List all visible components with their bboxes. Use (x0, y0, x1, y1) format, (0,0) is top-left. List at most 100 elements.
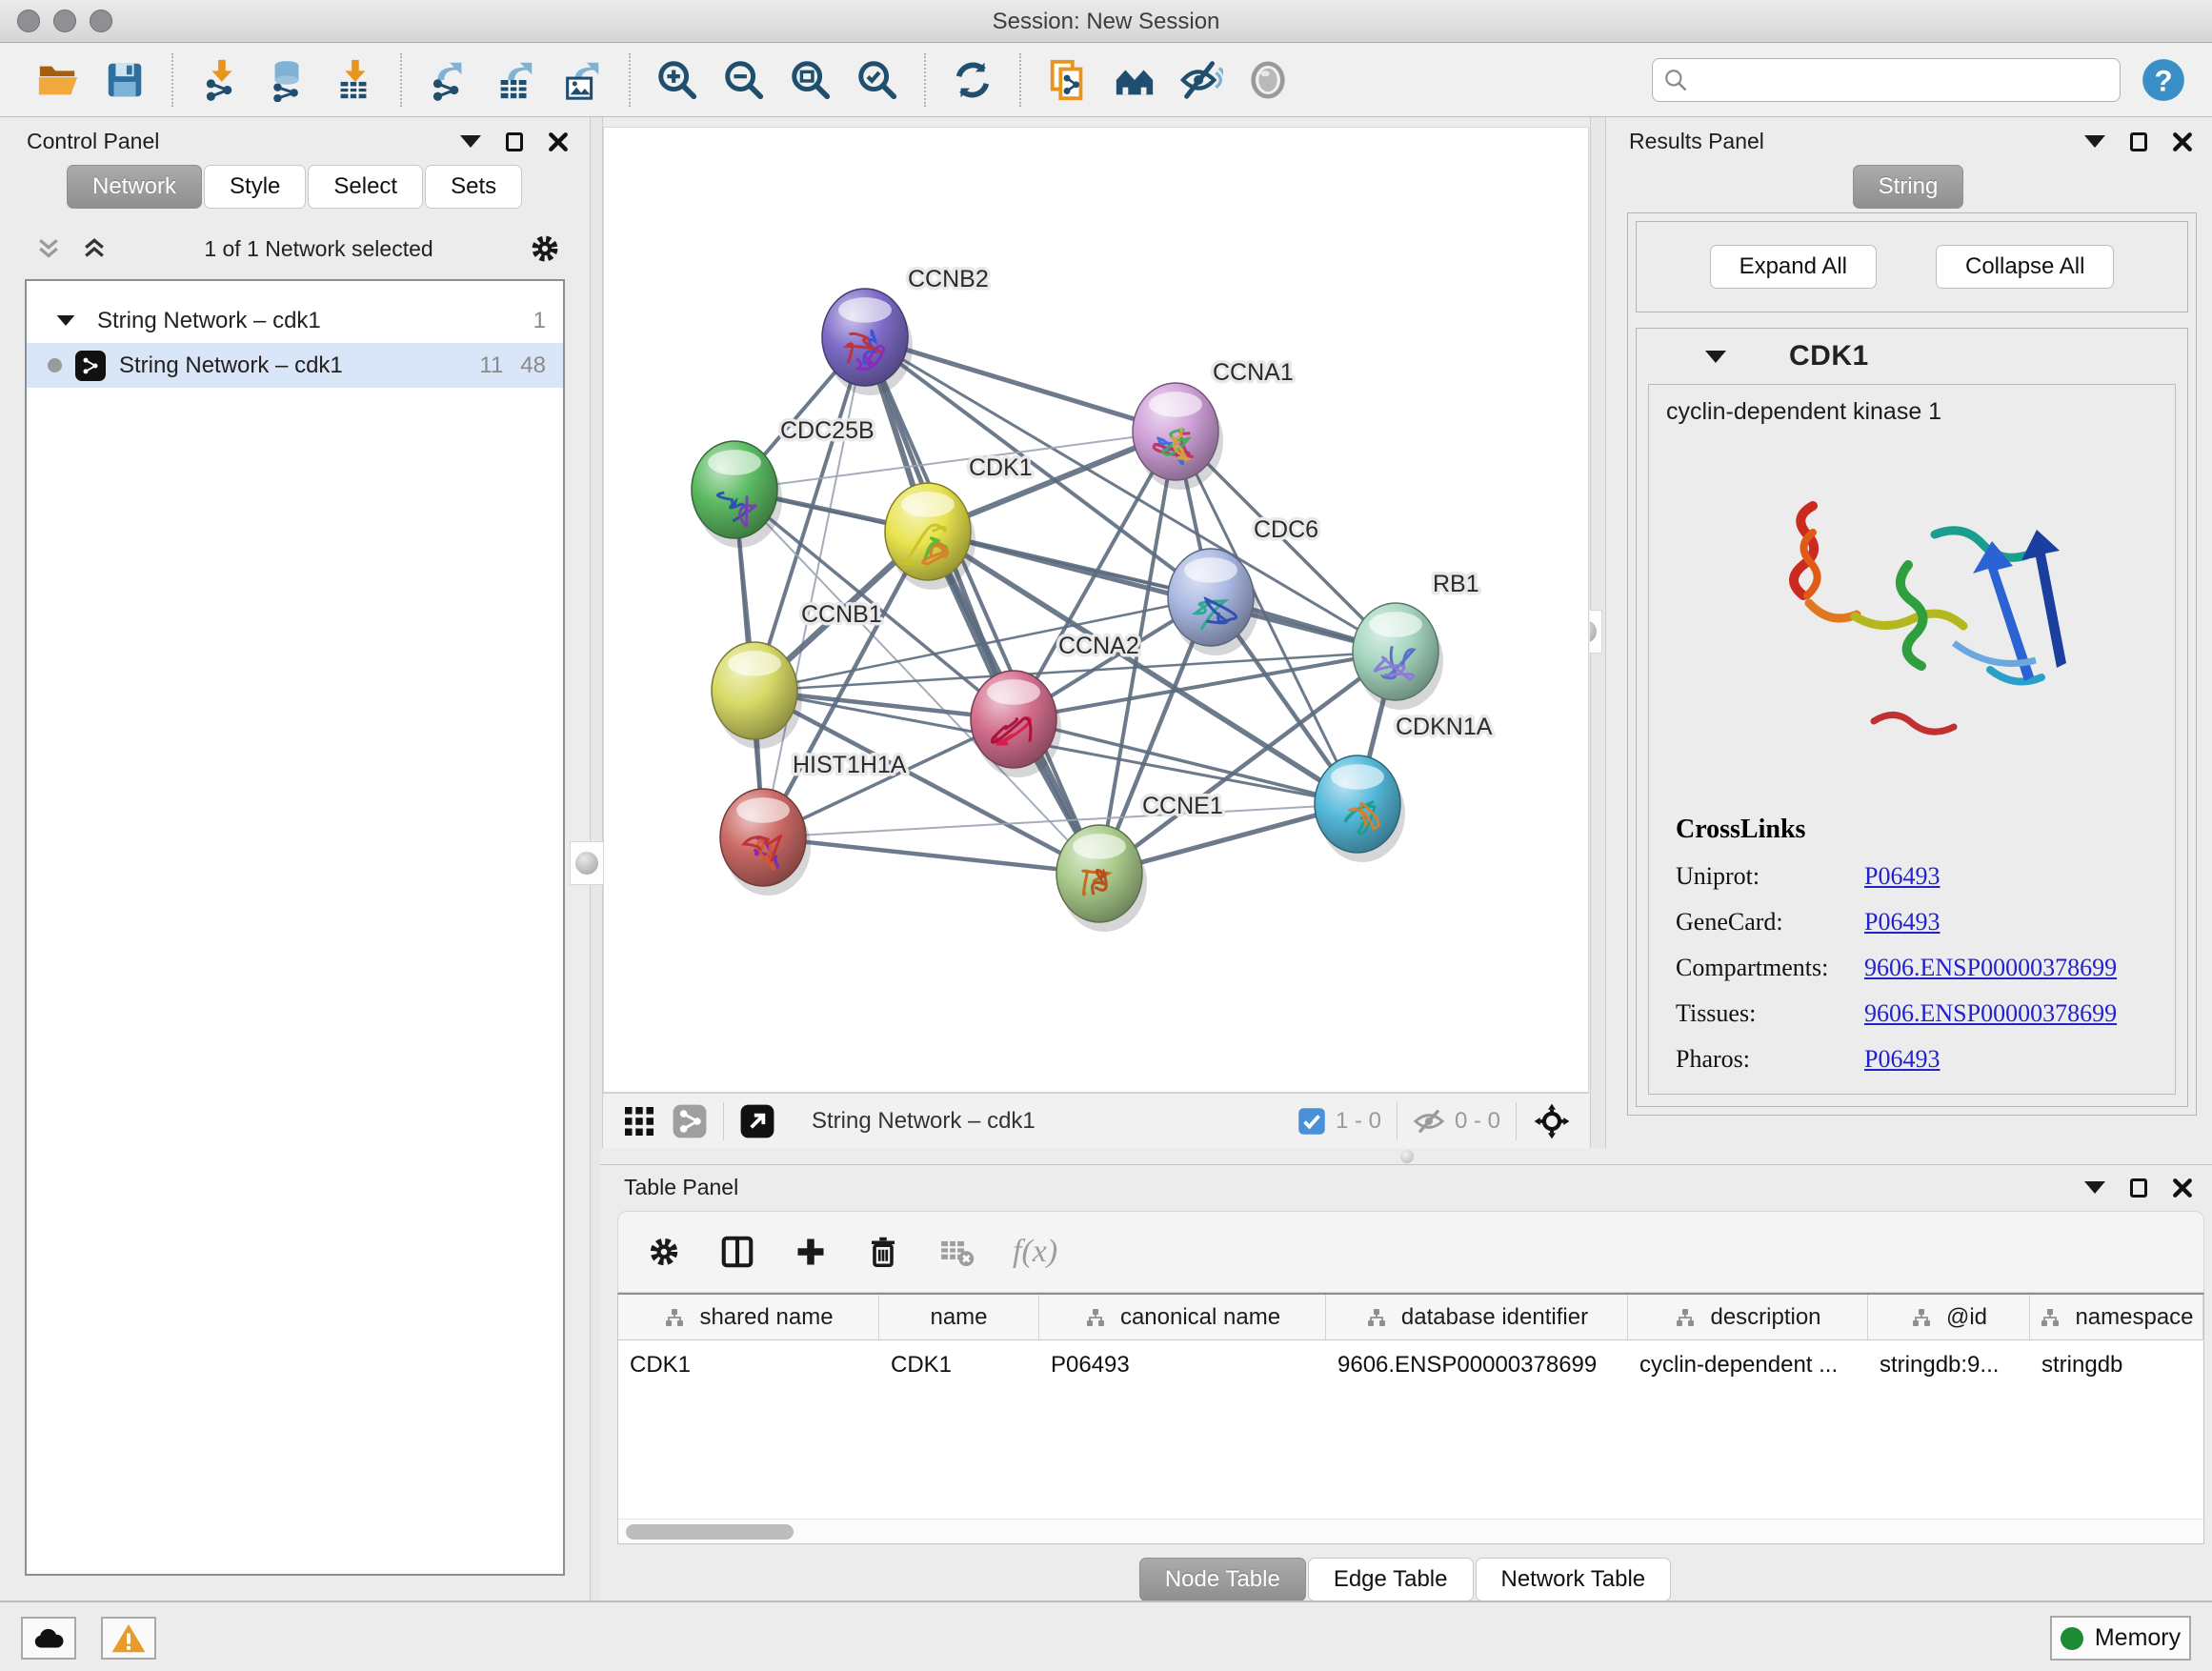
edge[interactable] (865, 337, 1099, 874)
export-table-button[interactable] (489, 53, 542, 107)
close-panel-icon[interactable] (548, 131, 569, 152)
float-panel-icon[interactable] (2130, 1178, 2147, 1198)
tab-select[interactable]: Select (308, 165, 423, 209)
scrollbar-thumb[interactable] (626, 1524, 794, 1540)
table-row[interactable]: CDK1CDK1P064939606.ENSP00000378699cyclin… (618, 1340, 2203, 1390)
import-network-icon (198, 58, 242, 102)
tab-style[interactable]: Style (204, 165, 306, 209)
gene-section-header[interactable]: CDK1 (1637, 329, 2187, 384)
search-input[interactable] (1652, 58, 2121, 102)
zoom-in-button[interactable] (651, 53, 704, 107)
hide-selected-button[interactable] (1175, 53, 1228, 107)
expand-all-tree-icon[interactable] (80, 234, 109, 263)
column-header-canonical-name[interactable]: canonical name (1039, 1295, 1326, 1339)
network-edge-count: 48 (520, 352, 546, 379)
node-CCNA2[interactable]: CCNA2 (971, 633, 1139, 777)
tab-string[interactable]: String (1853, 165, 1964, 209)
panel-menu-icon[interactable] (2084, 1181, 2105, 1194)
show-columns-icon[interactable] (719, 1234, 755, 1270)
network-canvas[interactable]: CCNB2CCNA1CDC25BCDK1CDC6RB1CCNB1CCNA2CDK… (603, 127, 1589, 1093)
horizontal-splitter[interactable] (600, 1148, 2212, 1164)
table-cell: CDK1 (879, 1352, 1039, 1379)
open-in-window-button[interactable] (739, 1103, 775, 1139)
refresh-layout-icon (951, 58, 995, 102)
node-CDKN1A[interactable]: CDKN1A (1315, 714, 1493, 862)
edge[interactable] (928, 532, 1396, 652)
edge[interactable] (763, 837, 1099, 874)
help-button[interactable]: ? (2140, 56, 2187, 104)
warning-status-button[interactable] (101, 1617, 156, 1660)
hidden-eye-icon[interactable] (1413, 1105, 1445, 1137)
close-panel-icon[interactable] (2172, 1178, 2193, 1198)
column-header-namespace[interactable]: namespace (2030, 1295, 2203, 1339)
collapse-all-button[interactable]: Collapse All (1936, 245, 2114, 289)
node-CCNB2[interactable]: CCNB2 (822, 266, 989, 395)
pan-crosshair-icon[interactable] (1532, 1101, 1572, 1141)
cloud-status-button[interactable] (21, 1617, 76, 1660)
column-header-name[interactable]: name (879, 1295, 1039, 1339)
crosslink-link[interactable]: P06493 (1864, 862, 1940, 891)
string-view-button[interactable] (672, 1103, 708, 1139)
export-image-button[interactable] (555, 53, 609, 107)
tree-expander-icon[interactable] (57, 315, 75, 326)
memory-button[interactable]: Memory (2050, 1616, 2191, 1661)
zoom-fit-content-button[interactable] (784, 53, 837, 107)
float-panel-icon[interactable] (506, 132, 523, 151)
tab-sets[interactable]: Sets (425, 165, 522, 209)
first-neighbors-button[interactable] (1108, 53, 1161, 107)
crosslink-link[interactable]: 9606.ENSP00000378699 (1864, 954, 2117, 982)
tab-network[interactable]: Network (67, 165, 202, 209)
tab-node-table[interactable]: Node Table (1139, 1558, 1306, 1601)
panel-menu-icon[interactable] (460, 135, 481, 148)
section-expander-icon[interactable] (1705, 351, 1726, 363)
node-HIST1H1A[interactable]: HIST1H1A (720, 752, 907, 896)
zoom-out-button[interactable] (717, 53, 771, 107)
show-all-button[interactable] (1241, 53, 1295, 107)
column-header-database-identifier[interactable]: database identifier (1326, 1295, 1628, 1339)
column-header-label: database identifier (1401, 1304, 1588, 1331)
add-column-icon[interactable] (794, 1235, 828, 1269)
crosslink-link[interactable]: P06493 (1864, 1045, 1940, 1074)
close-panel-icon[interactable] (2172, 131, 2193, 152)
network-graph[interactable]: CCNB2CCNA1CDC25BCDK1CDC6RB1CCNB1CCNA2CDK… (604, 128, 1590, 1094)
float-panel-icon[interactable] (2130, 132, 2147, 151)
column-header--id[interactable]: @id (1868, 1295, 2030, 1339)
open-session-button[interactable] (31, 53, 85, 107)
column-header-description[interactable]: description (1628, 1295, 1868, 1339)
tab-network-table[interactable]: Network Table (1476, 1558, 1672, 1601)
function-builder-icon[interactable]: f(x) (1013, 1234, 1057, 1270)
node-CDC6[interactable]: CDC6 (1168, 516, 1318, 655)
delete-table-icon[interactable] (938, 1234, 975, 1270)
collapse-all-tree-icon[interactable] (34, 234, 63, 263)
table-options-gear-icon[interactable] (647, 1235, 681, 1269)
column-header-label: @id (1946, 1304, 1987, 1331)
network-view-toolbar: String Network – cdk1 1 - 0 0 - 0 (603, 1093, 1589, 1148)
table-horizontal-scrollbar[interactable] (618, 1519, 2203, 1543)
new-network-from-selection-button[interactable] (1041, 53, 1095, 107)
delete-column-trash-icon[interactable] (866, 1235, 900, 1269)
node-RB1[interactable]: RB1 (1353, 571, 1479, 710)
tab-edge-table[interactable]: Edge Table (1308, 1558, 1474, 1601)
panel-menu-icon[interactable] (2084, 135, 2105, 148)
import-table-from-file-button[interactable] (327, 53, 380, 107)
horizontal-splitter-handle[interactable] (1400, 1150, 1414, 1163)
selected-checkbox-icon[interactable] (1297, 1107, 1326, 1136)
crosslink-link[interactable]: 9606.ENSP00000378699 (1864, 999, 2117, 1028)
left-splitter-handle[interactable] (570, 841, 604, 885)
column-header-shared-name[interactable]: shared name (618, 1295, 879, 1339)
expand-all-button[interactable]: Expand All (1710, 245, 1877, 289)
zoom-selected-button[interactable] (851, 53, 904, 107)
node-CCNA1[interactable]: CCNA1 (1133, 359, 1294, 490)
save-session-button[interactable] (98, 53, 151, 107)
network-options-gear-icon[interactable] (529, 232, 561, 265)
crosslink-link[interactable]: P06493 (1864, 908, 1940, 936)
network-row-selected[interactable]: String Network – cdk1 11 48 (27, 343, 563, 388)
import-network-from-file-button[interactable] (193, 53, 247, 107)
import-network-from-database-button[interactable] (260, 53, 313, 107)
column-tree-icon (1365, 1306, 1388, 1329)
export-network-button[interactable] (422, 53, 475, 107)
apply-preferred-layout-button[interactable] (946, 53, 999, 107)
network-collection-row[interactable]: String Network – cdk1 1 (27, 298, 563, 343)
birds-eye-view-button[interactable] (622, 1104, 656, 1138)
node-CCNE1[interactable]: CCNE1 (1056, 793, 1223, 932)
